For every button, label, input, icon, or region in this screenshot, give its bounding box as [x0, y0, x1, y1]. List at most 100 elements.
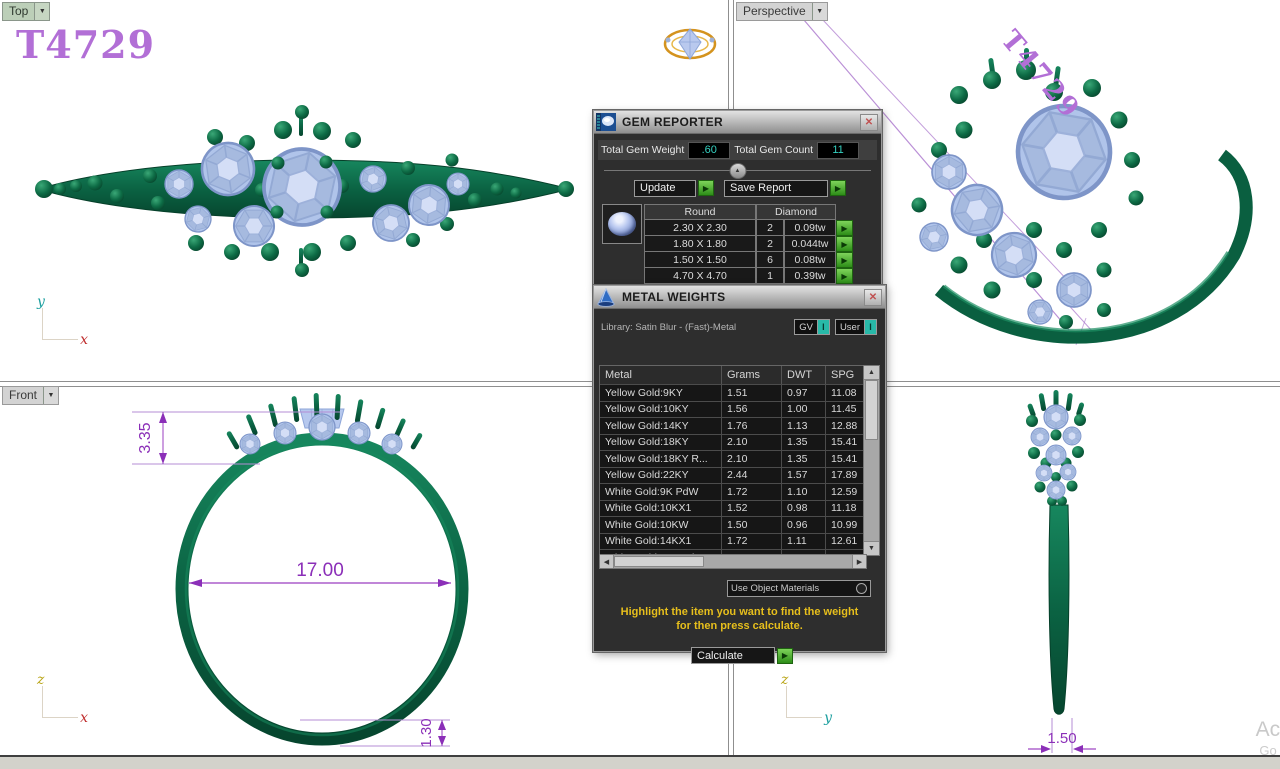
round-gem-image	[608, 212, 636, 236]
gem-table: Round Diamond 2.30 X 2.30 2 0.09tw ▶ 1.8…	[644, 204, 853, 284]
scrollbar-thumb[interactable]	[865, 380, 878, 440]
gv-toggle-button[interactable]: GV I	[794, 319, 830, 335]
row-run-icon[interactable]: ▶	[836, 268, 853, 284]
tab-label: Perspective	[737, 3, 812, 20]
gem-shape-header: Round	[644, 204, 756, 220]
metal-weights-panel: METAL WEIGHTS ✕ Library: Satin Blur - (F…	[593, 285, 886, 652]
table-row[interactable]: Yellow Gold:9KY1.510.9711.08	[600, 384, 865, 401]
user-toggle-button[interactable]: User I	[835, 319, 877, 335]
table-row[interactable]: Yellow Gold:18KY2.101.3515.41	[600, 434, 865, 451]
cad-application-window: { "viewports": { "top": {"label": "Top",…	[0, 0, 1280, 767]
cell-spg: 11.18	[826, 501, 865, 517]
metal-weights-titlebar[interactable]: METAL WEIGHTS ✕	[594, 286, 885, 309]
model-code-label: T4729	[16, 22, 155, 67]
cell-grams: 1.72	[722, 484, 782, 500]
cell-metal: White Gold:10KX1	[600, 501, 722, 517]
save-report-run-icon[interactable]: ▶	[830, 180, 846, 196]
table-row[interactable]: Yellow Gold:22KY2.441.5717.89	[600, 467, 865, 484]
cell-spg: 10.99	[826, 517, 865, 533]
use-object-materials-toggle[interactable]: Use Object Materials	[727, 580, 871, 597]
gem-type-header: Diamond	[756, 204, 836, 220]
total-gem-weight-label: Total Gem Weight	[601, 144, 684, 156]
cell-grams: 1.72	[722, 534, 782, 550]
cell-dwt: 1.13	[782, 418, 826, 434]
table-row[interactable]: White Gold:9K PdW1.721.1012.59	[600, 483, 865, 500]
cell-dwt: 1.10	[782, 484, 826, 500]
cell-size: 2.30 X 2.30	[644, 220, 756, 236]
cell-weight: 0.09tw	[784, 220, 836, 236]
table-row[interactable]: 4.70 X 4.70 1 0.39tw ▶	[644, 268, 853, 284]
cell-metal: Yellow Gold:18KY	[600, 435, 722, 451]
gv-indicator: I	[817, 320, 829, 334]
tab-label: Top	[3, 3, 34, 20]
cell-spg: 15.41	[826, 435, 865, 451]
update-run-icon[interactable]: ▶	[698, 180, 714, 196]
chevron-down-icon[interactable]: ▼	[812, 3, 827, 20]
radio-icon[interactable]	[856, 583, 867, 594]
cell-spg: 11.45	[826, 402, 865, 418]
table-row[interactable]: 2.30 X 2.30 2 0.09tw ▶	[644, 220, 853, 236]
table-row[interactable]: Yellow Gold:10KY1.561.0011.45	[600, 401, 865, 418]
table-row[interactable]: 1.50 X 1.50 6 0.08tw ▶	[644, 252, 853, 268]
svg-text:1.50: 1.50	[1047, 730, 1076, 747]
cell-count: 1	[756, 268, 784, 284]
cell-metal: Yellow Gold:14KY	[600, 418, 722, 434]
table-row[interactable]: 1.80 X 1.80 2 0.044tw ▶	[644, 236, 853, 252]
chevron-down-icon[interactable]: ▼	[43, 387, 58, 404]
cell-count: 6	[756, 252, 784, 268]
table-row[interactable]: Yellow Gold:14KY1.761.1312.88	[600, 417, 865, 434]
collapse-divider: ▲	[598, 163, 877, 177]
calculate-run-icon[interactable]: ▶	[777, 648, 793, 664]
scrollbar-thumb[interactable]	[614, 556, 704, 567]
close-icon[interactable]: ✕	[860, 114, 878, 131]
vertical-scrollbar[interactable]: ▲ ▼	[863, 365, 880, 556]
axis-x-label: x	[80, 710, 88, 726]
scroll-down-icon[interactable]: ▼	[864, 541, 879, 555]
cell-dwt: 1.35	[782, 451, 826, 467]
tab-front-view[interactable]: Front ▼	[2, 386, 59, 405]
metal-weights-icon	[595, 287, 617, 307]
cell-dwt: 1.11	[782, 534, 826, 550]
cell-size: 1.50 X 1.50	[644, 252, 756, 268]
cell-metal: Yellow Gold:22KY	[600, 468, 722, 484]
cell-grams: 2.10	[722, 451, 782, 467]
hint-text: Highlight the item you want to find the …	[594, 605, 885, 633]
cell-spg: 12.59	[826, 484, 865, 500]
scroll-right-icon[interactable]: ▶	[852, 555, 866, 568]
collapse-toggle-icon[interactable]: ▲	[729, 163, 746, 179]
table-row[interactable]: White Gold:10KX11.520.9811.18	[600, 500, 865, 517]
cell-dwt: 0.98	[782, 501, 826, 517]
axis-indicator-top: y x	[28, 300, 80, 352]
gem-thumbnail[interactable]	[602, 204, 642, 244]
scroll-left-icon[interactable]: ◀	[600, 555, 614, 568]
row-run-icon[interactable]: ▶	[836, 220, 853, 236]
calculate-button[interactable]: Calculate	[691, 647, 775, 664]
cell-weight: 0.08tw	[784, 252, 836, 268]
row-run-icon[interactable]: ▶	[836, 252, 853, 268]
cell-dwt: 0.96	[782, 517, 826, 533]
library-label: Library: Satin Blur - (Fast)-Metal	[601, 322, 736, 333]
tab-top-view[interactable]: Top ▼	[2, 2, 50, 21]
update-button[interactable]: Update	[634, 180, 696, 197]
metal-table: Metal Grams DWT SPG Yellow Gold:9KY1.510…	[599, 365, 880, 567]
table-row[interactable]: White Gold:14KX11.721.1112.61	[600, 533, 865, 550]
row-run-icon[interactable]: ▶	[836, 236, 853, 252]
save-report-button[interactable]: Save Report	[724, 180, 828, 197]
scroll-up-icon[interactable]: ▲	[864, 366, 879, 380]
tab-perspective-view[interactable]: Perspective ▼	[736, 2, 828, 21]
cell-dwt: 1.35	[782, 435, 826, 451]
svg-text:1.30: 1.30	[418, 718, 435, 747]
cell-metal: Yellow Gold:9KY	[600, 385, 722, 401]
cell-metal: Yellow Gold:18KY R...	[600, 451, 722, 467]
cell-weight: 0.044tw	[784, 236, 836, 252]
cell-grams: 2.10	[722, 435, 782, 451]
cell-spg: 11.08	[826, 385, 865, 401]
cell-spg: 12.61	[826, 534, 865, 550]
gem-reporter-titlebar[interactable]: GEM REPORTER ✕	[594, 111, 881, 134]
chevron-down-icon[interactable]: ▼	[34, 3, 49, 20]
horizontal-scrollbar[interactable]: ◀ ▶	[599, 554, 867, 569]
axis-z-label: z	[781, 672, 788, 688]
table-row[interactable]: White Gold:10KW1.500.9610.99	[600, 516, 865, 533]
close-icon[interactable]: ✕	[864, 289, 882, 306]
table-row[interactable]: Yellow Gold:18KY R...2.101.3515.41	[600, 450, 865, 467]
